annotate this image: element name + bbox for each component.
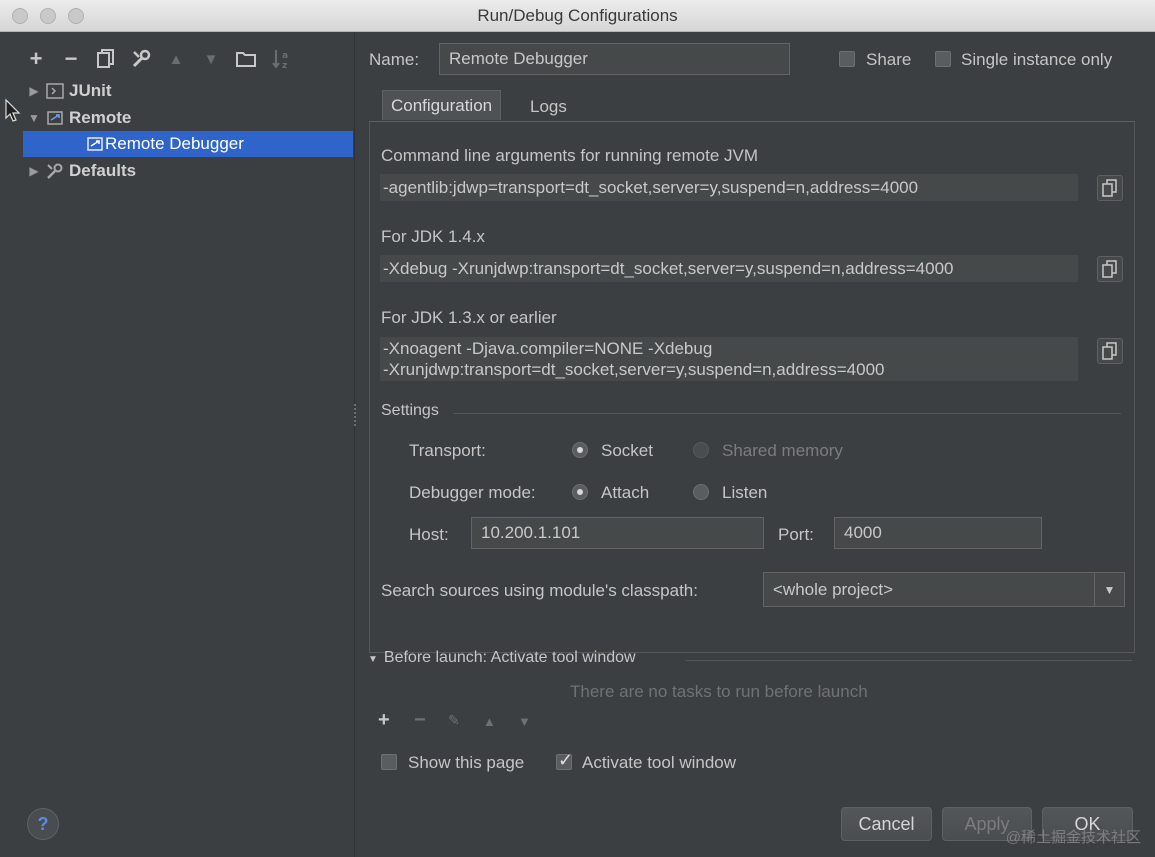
mode-listen-radio[interactable] (693, 484, 709, 500)
transport-shared-memory-radio[interactable] (693, 442, 709, 458)
copy-jdk13-args-button[interactable] (1097, 338, 1123, 364)
junit-icon (45, 82, 65, 100)
copy-icon (1102, 342, 1117, 360)
mode-listen-label: Listen (722, 483, 768, 502)
sort-icon[interactable]: az (268, 46, 294, 72)
transport-shared-memory-label: Shared memory (722, 441, 843, 460)
configurations-sidebar: + − ▲ ▼ az ▶ JUnit ▼ Remote Remote Debug… (3, 32, 355, 857)
title-bar: Run/Debug Configurations (0, 0, 1155, 32)
move-task-up-icon[interactable]: ▲ (483, 714, 496, 729)
activate-tool-window-label: Activate tool window (582, 753, 737, 772)
jdk14-args-field[interactable]: -Xdebug -Xrunjdwp:transport=dt_socket,se… (380, 255, 1078, 282)
name-label: Name: (369, 50, 420, 69)
jdk13-args-line1: -Xnoagent -Djava.compiler=NONE -Xdebug (383, 339, 713, 358)
classpath-selected-value: <whole project> (773, 579, 894, 599)
copy-cmd-args-button[interactable] (1097, 175, 1123, 201)
tab-configuration[interactable]: Configuration (382, 90, 502, 120)
remote-icon (45, 109, 65, 127)
watermark: @稀土掘金技术社区 (1005, 829, 1141, 846)
before-launch-header: Before launch: Activate tool window (383, 649, 636, 666)
jdk13-args-line2: -Xrunjdwp:transport=dt_socket,server=y,s… (383, 360, 885, 379)
tree-item-junit[interactable]: ▶ JUnit (23, 78, 112, 104)
mouse-cursor-icon (5, 98, 21, 122)
move-down-icon[interactable]: ▼ (198, 46, 224, 72)
classpath-select[interactable]: <whole project> ▼ (763, 572, 1125, 607)
show-this-page-label: Show this page (408, 753, 525, 772)
no-tasks-message: There are no tasks to run before launch (570, 682, 868, 701)
chevron-down-icon[interactable]: ▼ (1094, 573, 1124, 606)
tree-item-label: Remote (69, 108, 132, 127)
port-input[interactable]: 4000 (834, 517, 1042, 549)
cancel-button[interactable]: Cancel (841, 807, 932, 841)
tree-item-defaults[interactable]: ▶ Defaults (23, 158, 136, 184)
tree-item-label: Defaults (69, 161, 137, 180)
mode-attach-label: Attach (601, 483, 650, 502)
jdk13-label: For JDK 1.3.x or earlier (381, 308, 557, 327)
wrench-icon[interactable] (128, 46, 154, 72)
window-title: Run/Debug Configurations (477, 6, 678, 25)
transport-label: Transport: (409, 441, 486, 460)
transport-socket-label: Socket (601, 441, 653, 460)
tree-item-remote-debugger[interactable]: Remote Debugger (23, 131, 353, 157)
transport-socket-radio[interactable] (572, 442, 588, 458)
configuration-editor: Name: Remote Debugger Share Single insta… (356, 32, 1155, 857)
cmd-args-label: Command line arguments for running remot… (381, 146, 758, 165)
svg-text:z: z (282, 61, 287, 70)
tree-item-remote[interactable]: ▼ Remote (23, 105, 131, 131)
copy-icon (1102, 260, 1117, 278)
add-task-icon[interactable]: + (378, 709, 390, 732)
collapse-triangle-icon: ▼ (368, 654, 378, 665)
settings-separator (453, 413, 1121, 414)
collapse-arrow-icon[interactable]: ▼ (23, 111, 45, 125)
share-checkbox[interactable] (839, 51, 855, 67)
host-input[interactable]: 10.200.1.101 (471, 517, 764, 549)
tab-logs[interactable]: Logs (522, 92, 575, 122)
help-button[interactable]: ? (27, 808, 59, 840)
single-instance-label: Single instance only (961, 50, 1113, 69)
sidebar-toolbar: + − ▲ ▼ az (23, 46, 303, 72)
host-label: Host: (409, 525, 449, 544)
mode-attach-radio[interactable] (572, 484, 588, 500)
edit-task-icon[interactable]: ✎ (448, 712, 460, 729)
copy-jdk14-args-button[interactable] (1097, 256, 1123, 282)
name-input[interactable]: Remote Debugger (439, 43, 790, 75)
svg-text:a: a (282, 51, 288, 61)
copy-icon[interactable] (93, 46, 119, 72)
before-launch-separator (686, 660, 1132, 661)
tree-item-label: Remote Debugger (105, 134, 244, 153)
before-launch-toggle[interactable]: ▼ Before launch: Activate tool window (368, 649, 636, 667)
jdk14-label: For JDK 1.4.x (381, 227, 485, 246)
remove-icon[interactable]: − (58, 46, 84, 72)
tree-item-label: JUnit (69, 81, 112, 100)
cmd-args-field[interactable]: -agentlib:jdwp=transport=dt_socket,serve… (380, 174, 1078, 201)
defaults-wrench-icon (45, 162, 65, 180)
classpath-label: Search sources using module's classpath: (381, 581, 698, 600)
jdk13-args-field[interactable]: -Xnoagent -Djava.compiler=NONE -Xdebug -… (380, 337, 1078, 381)
expand-arrow-icon[interactable]: ▶ (23, 84, 45, 98)
add-icon[interactable]: + (23, 46, 49, 72)
folder-icon[interactable] (233, 46, 259, 72)
move-task-down-icon[interactable]: ▼ (518, 714, 531, 729)
activate-tool-window-checkbox[interactable] (556, 750, 573, 771)
single-instance-checkbox[interactable] (935, 51, 951, 67)
expand-arrow-icon[interactable]: ▶ (23, 164, 45, 178)
remove-task-icon[interactable]: − (414, 709, 426, 732)
copy-icon (1102, 179, 1117, 197)
remote-config-icon (85, 135, 105, 153)
settings-section-title: Settings (381, 402, 439, 419)
move-up-icon[interactable]: ▲ (163, 46, 189, 72)
port-label: Port: (778, 525, 814, 544)
debugger-mode-label: Debugger mode: (409, 483, 536, 502)
share-label: Share (866, 50, 912, 69)
show-this-page-checkbox[interactable] (381, 754, 397, 770)
